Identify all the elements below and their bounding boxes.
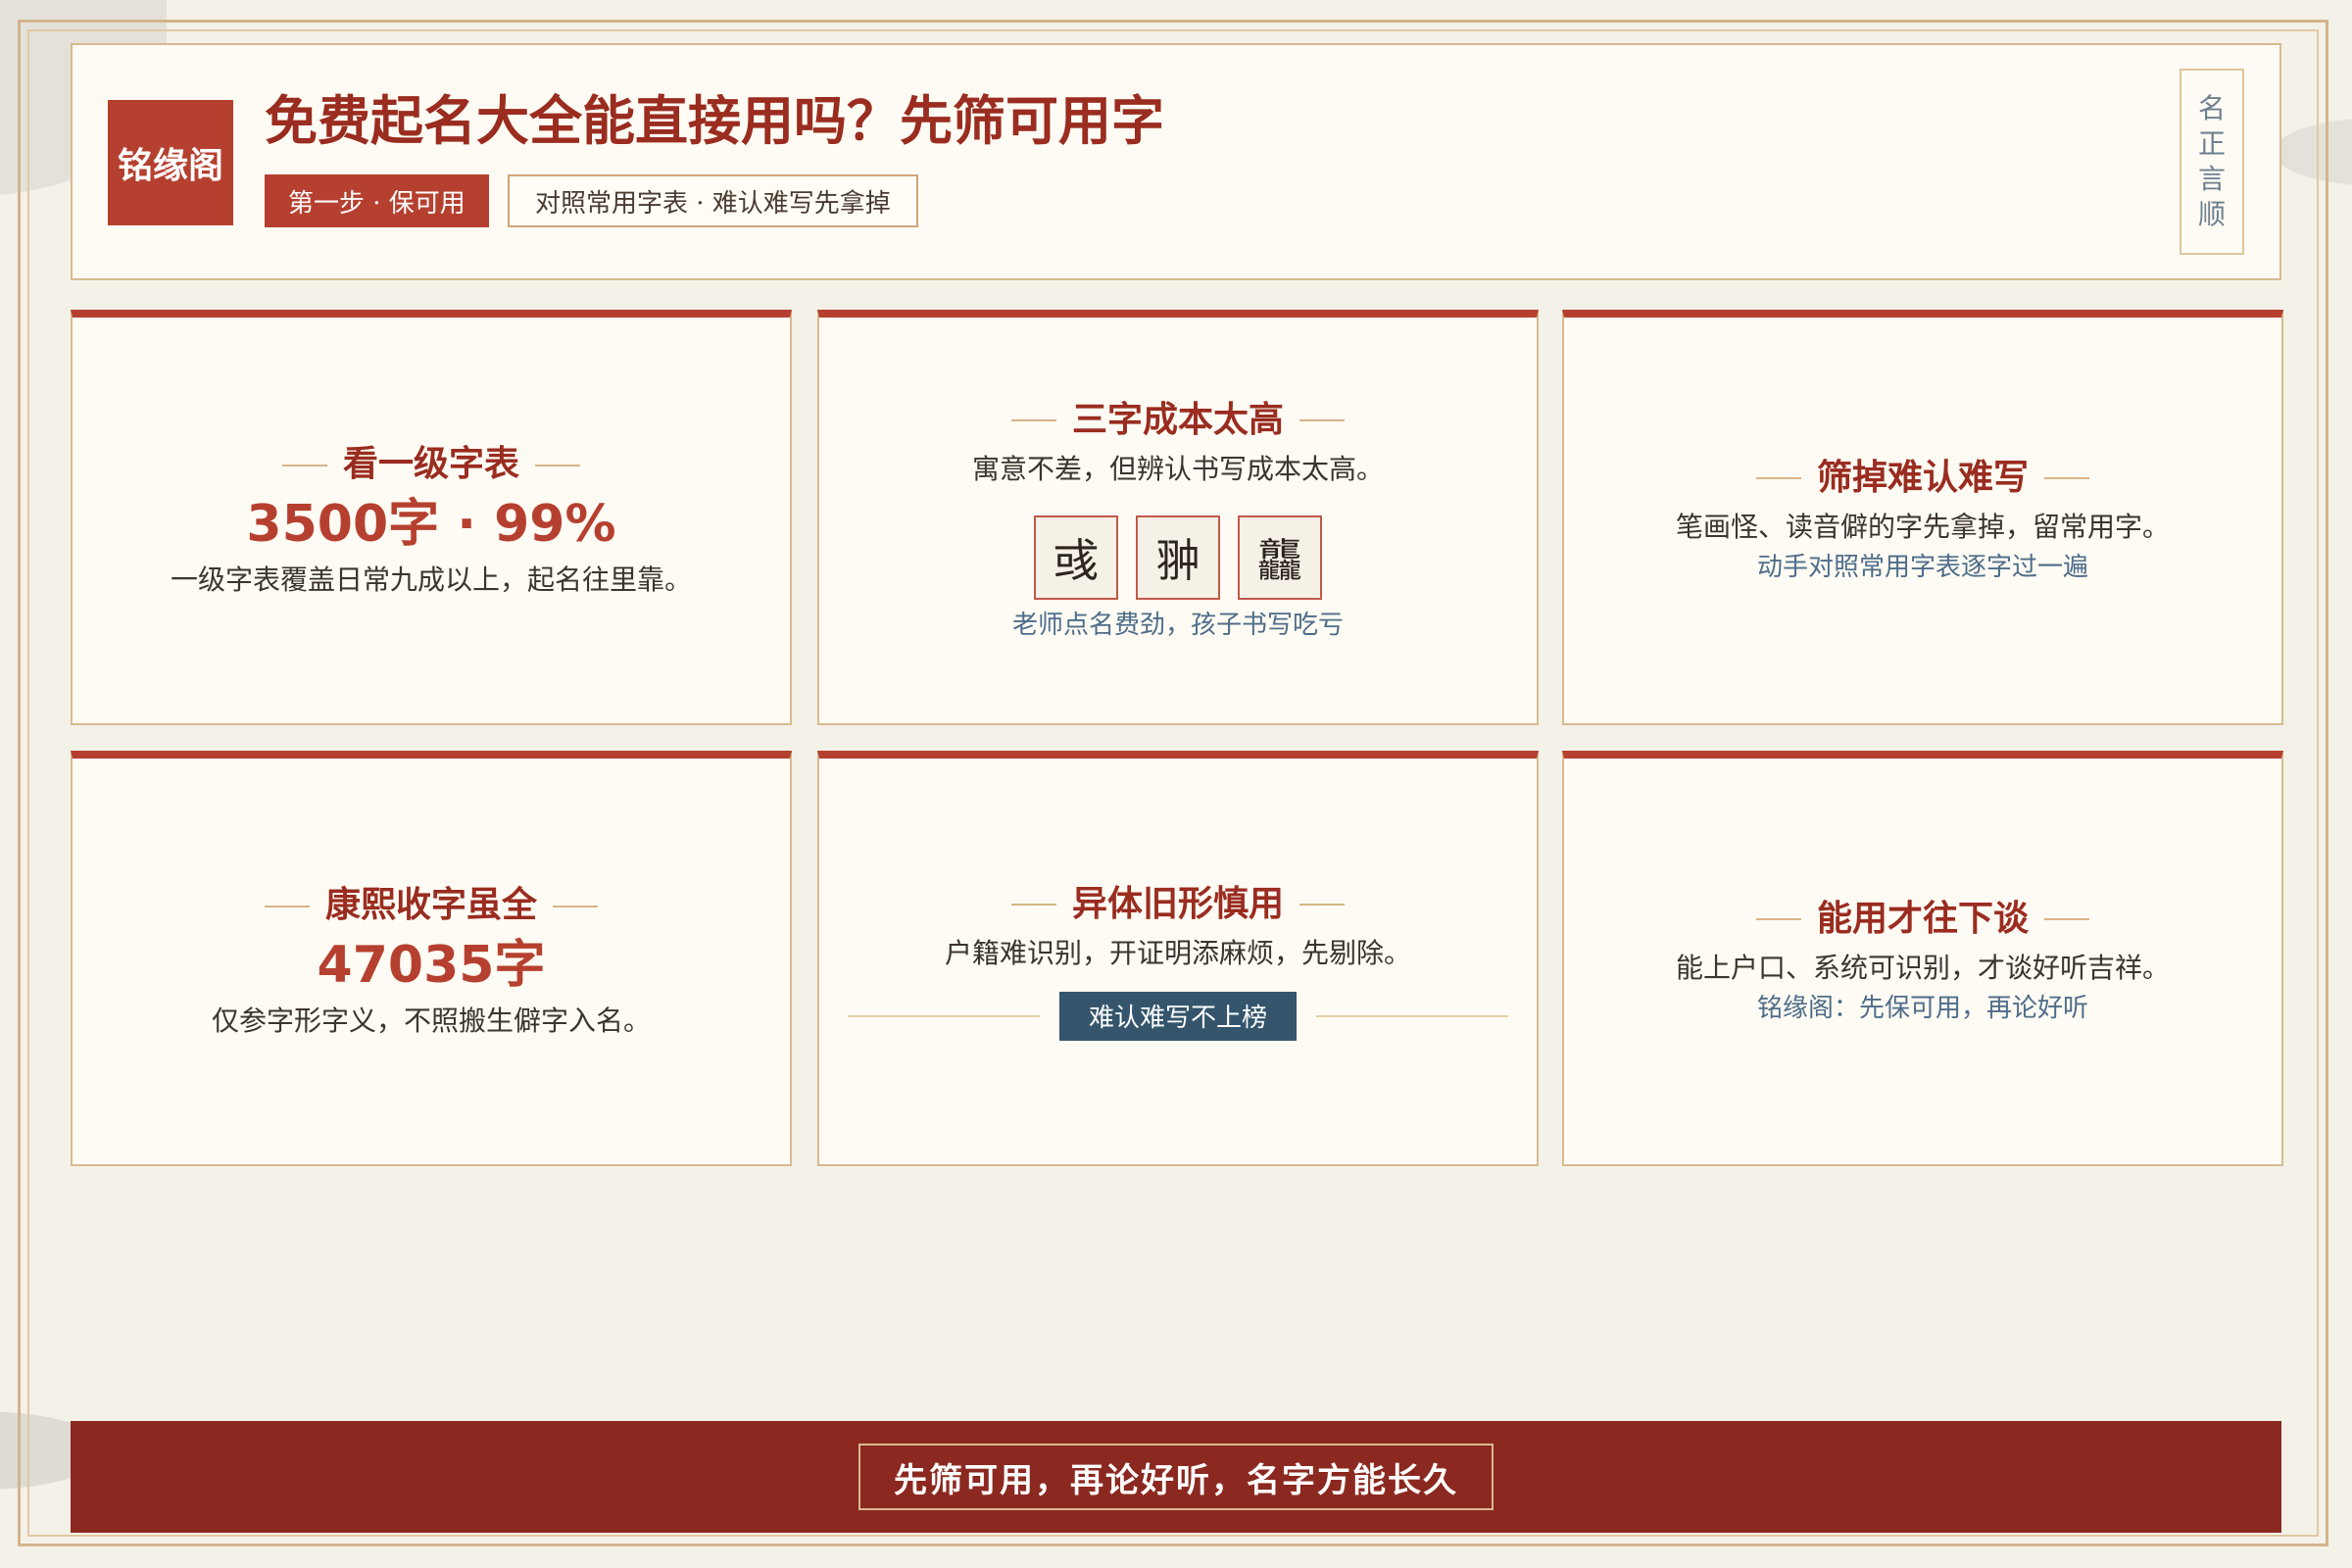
card-variant-forms: 异体旧形慎用 户籍难识别，开证明添麻烦，先剔除。 难认难写不上榜 xyxy=(817,751,1539,1166)
title-dash-right xyxy=(1299,904,1345,906)
title-dash-right xyxy=(2044,477,2089,480)
card-title: 异体旧形慎用 xyxy=(996,882,1360,928)
card-description: 一级字表覆盖日常九成以上，起名往里靠。 xyxy=(170,563,692,596)
vertical-seal: 名 正 言 顺 xyxy=(2180,69,2244,255)
title-dash-left xyxy=(1010,419,1056,422)
card-level-one-table: 看一级字表 3500字 · 99% 一级字表覆盖日常九成以上，起名往里靠。 xyxy=(71,310,792,725)
footer-slogan: 先筛可用，再论好听，名字方能长久 xyxy=(858,1444,1494,1510)
title-dash-left xyxy=(1755,918,1801,921)
card-title-text: 筛掉难认难写 xyxy=(1816,457,2029,498)
title-dash-left xyxy=(264,905,310,907)
title-dash-right xyxy=(1299,419,1345,422)
card-description: 能上户口、系统可识别，才谈好听吉祥。 xyxy=(1675,951,2170,984)
card-stat: 3500字 · 99% xyxy=(246,494,616,554)
card-title: 看一级字表 xyxy=(267,442,596,488)
title-dash-right xyxy=(553,905,598,907)
footer-banner: 先筛可用，再论好听，名字方能长久 xyxy=(71,1421,2281,1533)
seal-char: 名 xyxy=(2197,92,2226,124)
card-title: 筛掉难认难写 xyxy=(1740,456,2105,502)
card-description: 笔画怪、读音僻的字先拿掉，留常用字。 xyxy=(1675,510,2170,543)
card-title-text: 三字成本太高 xyxy=(1071,399,1284,440)
card-description: 户籍难识别，开证明添麻烦，先剔除。 xyxy=(944,936,1411,969)
example-char-box: 龘 xyxy=(1238,514,1322,600)
card-note: 铭缘阁：先保可用，再论好听 xyxy=(1756,993,2088,1023)
card-note: 老师点名费劲，孩子书写吃亏 xyxy=(1011,610,1344,640)
description-tag: 对照常用字表 · 难认难写先拿掉 xyxy=(508,174,918,227)
page-title: 免费起名大全能直接用吗？先筛可用字 xyxy=(265,90,1164,152)
card-stat: 47035字 xyxy=(317,935,546,995)
card-kangxi-dictionary: 康熙收字虽全 47035字 仅参字形字义，不照搬生僻字入名。 xyxy=(71,751,792,1166)
card-usable-first: 能用才往下谈 能上户口、系统可识别，才谈好听吉祥。 铭缘阁：先保可用，再论好听 xyxy=(1562,751,2283,1166)
divider-line-right xyxy=(1316,1014,1508,1017)
title-dash-right xyxy=(2044,918,2089,921)
seal-char: 言 xyxy=(2197,163,2226,195)
status-badge: 难认难写不上榜 xyxy=(1058,991,1297,1041)
card-title-text: 能用才往下谈 xyxy=(1816,898,2029,939)
card-title: 能用才往下谈 xyxy=(1740,897,2105,943)
divider-line-left xyxy=(847,1014,1040,1017)
example-char-box: 彧 xyxy=(1034,514,1118,600)
card-title: 三字成本太高 xyxy=(996,398,1360,444)
badge-row: 难认难写不上榜 xyxy=(847,991,1508,1041)
card-description: 仅参字形字义，不照搬生僻字入名。 xyxy=(211,1004,651,1037)
seal-char: 正 xyxy=(2197,127,2226,160)
card-filter-hard-chars: 筛掉难认难写 笔画怪、读音僻的字先拿掉，留常用字。 动手对照常用字表逐字过一遍 xyxy=(1562,310,2283,725)
card-title-text: 看一级字表 xyxy=(342,444,519,485)
card-title-text: 异体旧形慎用 xyxy=(1071,884,1284,924)
card-description: 寓意不差，但辨认书写成本太高。 xyxy=(971,452,1384,485)
title-dash-left xyxy=(281,464,327,466)
brand-logo: 铭缘阁 xyxy=(108,100,233,225)
page-canvas: 铭缘阁 免费起名大全能直接用吗？先筛可用字 第一步 · 保可用 对照常用字表 ·… xyxy=(0,0,2352,1568)
card-three-chars-cost: 三字成本太高 寓意不差，但辨认书写成本太高。 彧 翀 龘 老师点名费劲，孩子书写… xyxy=(817,310,1539,725)
example-char-box: 翀 xyxy=(1136,514,1220,600)
step-tag: 第一步 · 保可用 xyxy=(265,174,489,227)
title-dash-left xyxy=(1010,904,1056,906)
card-title-text: 康熙收字虽全 xyxy=(324,885,537,926)
example-chars-row: 彧 翀 龘 xyxy=(1034,514,1322,600)
card-title: 康熙收字虽全 xyxy=(249,883,613,929)
title-dash-left xyxy=(1755,477,1801,480)
card-note: 动手对照常用字表逐字过一遍 xyxy=(1756,552,2088,582)
title-dash-right xyxy=(535,464,580,466)
seal-char: 顺 xyxy=(2197,198,2226,230)
header-panel: 铭缘阁 免费起名大全能直接用吗？先筛可用字 第一步 · 保可用 对照常用字表 ·… xyxy=(71,43,2281,280)
